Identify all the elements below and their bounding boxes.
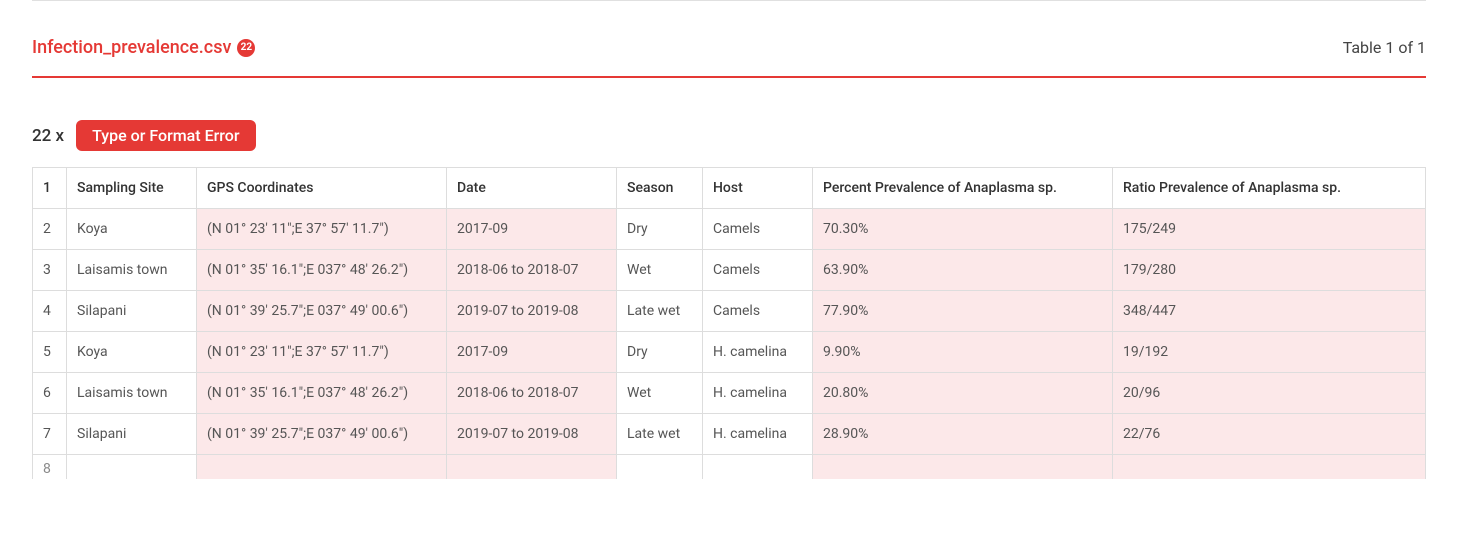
cell-date: 2019-07 to 2019-08 bbox=[447, 291, 617, 332]
cell-num: 3 bbox=[33, 250, 67, 291]
table-row[interactable]: 2Koya(N 01° 23' 11";E 37° 57' 11.7")2017… bbox=[33, 209, 1426, 250]
cell-rp: 22/76 bbox=[1113, 414, 1426, 455]
cell-season: Wet bbox=[617, 250, 703, 291]
table-row-truncated[interactable]: 8 bbox=[33, 455, 1426, 479]
cell-pp: 77.90% bbox=[813, 291, 1113, 332]
table-row[interactable]: 6Laisamis town(N 01° 35' 16.1";E 037° 48… bbox=[33, 373, 1426, 414]
data-table: 1 Sampling Site GPS Coordinates Date Sea… bbox=[32, 167, 1426, 479]
error-count-badge: 22 bbox=[237, 39, 255, 57]
cell-rp: 348/447 bbox=[1113, 291, 1426, 332]
cell-num: 6 bbox=[33, 373, 67, 414]
cell-host: Camels bbox=[703, 291, 813, 332]
cell-num: 7 bbox=[33, 414, 67, 455]
table-row[interactable]: 7Silapani(N 01° 39' 25.7";E 037° 49' 00.… bbox=[33, 414, 1426, 455]
cell-pp: 28.90% bbox=[813, 414, 1113, 455]
cell-pp bbox=[813, 455, 1113, 479]
col-header-date[interactable]: Date bbox=[447, 168, 617, 209]
filename-link[interactable]: Infection_prevalence.csv 22 bbox=[32, 37, 255, 58]
cell-date: 2019-07 to 2019-08 bbox=[447, 414, 617, 455]
cell-num: 8 bbox=[33, 455, 67, 479]
table-row[interactable]: 5Koya(N 01° 23' 11";E 37° 57' 11.7")2017… bbox=[33, 332, 1426, 373]
cell-site: Laisamis town bbox=[67, 250, 197, 291]
table-row[interactable]: 4Silapani(N 01° 39' 25.7";E 037° 49' 00.… bbox=[33, 291, 1426, 332]
cell-site: Koya bbox=[67, 209, 197, 250]
cell-season: Late wet bbox=[617, 414, 703, 455]
col-header-rp[interactable]: Ratio Prevalence of Anaplasma sp. bbox=[1113, 168, 1426, 209]
cell-season: Dry bbox=[617, 209, 703, 250]
cell-gps: (N 01° 35' 16.1";E 037° 48' 26.2") bbox=[197, 373, 447, 414]
cell-gps: (N 01° 23' 11";E 37° 57' 11.7") bbox=[197, 332, 447, 373]
cell-site: Laisamis town bbox=[67, 373, 197, 414]
header-row: 1 Sampling Site GPS Coordinates Date Sea… bbox=[33, 168, 1426, 209]
col-header-num[interactable]: 1 bbox=[33, 168, 67, 209]
cell-gps: (N 01° 39' 25.7";E 037° 49' 00.6") bbox=[197, 291, 447, 332]
file-header: Infection_prevalence.csv 22 Table 1 of 1 bbox=[32, 37, 1426, 78]
cell-pp: 20.80% bbox=[813, 373, 1113, 414]
cell-rp: 20/96 bbox=[1113, 373, 1426, 414]
cell-gps: (N 01° 23' 11";E 37° 57' 11.7") bbox=[197, 209, 447, 250]
cell-rp bbox=[1113, 455, 1426, 479]
cell-date: 2018-06 to 2018-07 bbox=[447, 250, 617, 291]
cell-site: Koya bbox=[67, 332, 197, 373]
col-header-gps[interactable]: GPS Coordinates bbox=[197, 168, 447, 209]
cell-date: 2017-09 bbox=[447, 332, 617, 373]
error-summary: 22 x Type or Format Error bbox=[32, 120, 1426, 151]
error-type-chip[interactable]: Type or Format Error bbox=[76, 120, 255, 151]
cell-host: H. camelina bbox=[703, 332, 813, 373]
cell-num: 4 bbox=[33, 291, 67, 332]
col-header-host[interactable]: Host bbox=[703, 168, 813, 209]
cell-rp: 179/280 bbox=[1113, 250, 1426, 291]
cell-site: Silapani bbox=[67, 291, 197, 332]
cell-season: Wet bbox=[617, 373, 703, 414]
cell-pp: 63.90% bbox=[813, 250, 1113, 291]
cell-site bbox=[67, 455, 197, 479]
cell-rp: 175/249 bbox=[1113, 209, 1426, 250]
cell-host bbox=[703, 455, 813, 479]
table-row[interactable]: 3Laisamis town(N 01° 35' 16.1";E 037° 48… bbox=[33, 250, 1426, 291]
cell-host: H. camelina bbox=[703, 414, 813, 455]
cell-pp: 70.30% bbox=[813, 209, 1113, 250]
cell-gps: (N 01° 39' 25.7";E 037° 49' 00.6") bbox=[197, 414, 447, 455]
cell-date: 2017-09 bbox=[447, 209, 617, 250]
filename-text: Infection_prevalence.csv bbox=[32, 37, 231, 58]
cell-season: Late wet bbox=[617, 291, 703, 332]
col-header-season[interactable]: Season bbox=[617, 168, 703, 209]
error-count-text: 22 x bbox=[32, 126, 64, 146]
table-indicator: Table 1 of 1 bbox=[1343, 38, 1426, 57]
col-header-pp[interactable]: Percent Prevalence of Anaplasma sp. bbox=[813, 168, 1113, 209]
cell-gps: (N 01° 35' 16.1";E 037° 48' 26.2") bbox=[197, 250, 447, 291]
cell-site: Silapani bbox=[67, 414, 197, 455]
cell-pp: 9.90% bbox=[813, 332, 1113, 373]
col-header-site[interactable]: Sampling Site bbox=[67, 168, 197, 209]
cell-host: H. camelina bbox=[703, 373, 813, 414]
cell-date bbox=[447, 455, 617, 479]
top-divider bbox=[32, 0, 1426, 1]
cell-host: Camels bbox=[703, 250, 813, 291]
cell-rp: 19/192 bbox=[1113, 332, 1426, 373]
cell-season: Dry bbox=[617, 332, 703, 373]
cell-date: 2018-06 to 2018-07 bbox=[447, 373, 617, 414]
cell-gps bbox=[197, 455, 447, 479]
cell-num: 2 bbox=[33, 209, 67, 250]
cell-num: 5 bbox=[33, 332, 67, 373]
table-body: 2Koya(N 01° 23' 11";E 37° 57' 11.7")2017… bbox=[33, 209, 1426, 479]
cell-host: Camels bbox=[703, 209, 813, 250]
page-container: Infection_prevalence.csv 22 Table 1 of 1… bbox=[0, 0, 1458, 479]
cell-season bbox=[617, 455, 703, 479]
